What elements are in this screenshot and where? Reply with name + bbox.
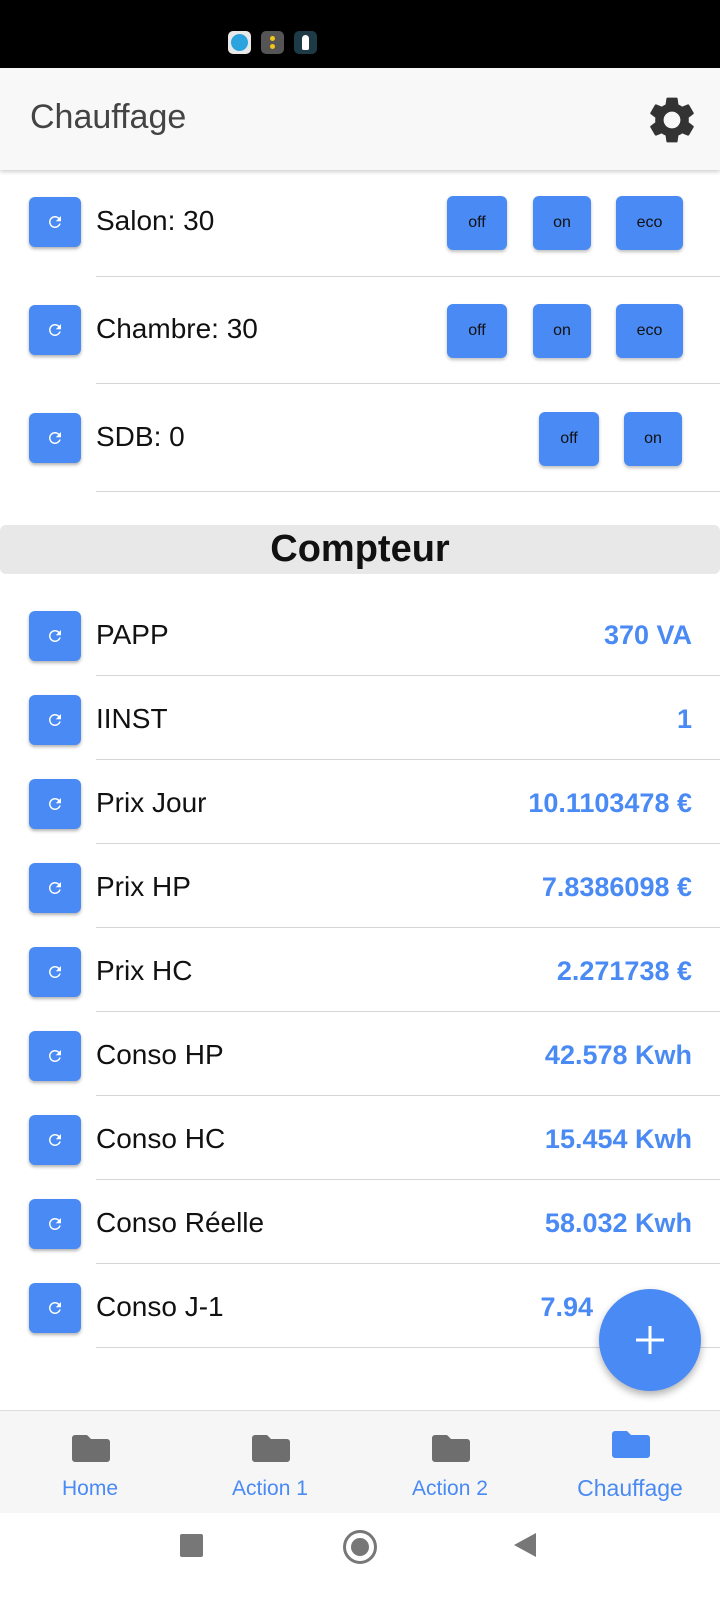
page-title: Chauffage — [30, 98, 187, 136]
heater-label: Chambre: 30 — [96, 313, 258, 344]
refresh-button[interactable] — [29, 197, 81, 247]
refresh-icon — [48, 432, 61, 444]
nav-label: Action 1 — [232, 1477, 308, 1500]
refresh-button[interactable] — [29, 1199, 81, 1249]
meter-value: 1 — [676, 704, 692, 734]
refresh-icon — [48, 798, 61, 810]
refresh-icon — [48, 1134, 61, 1146]
list-item: Conso Réelle 58.032 Kwh — [0, 1180, 720, 1264]
heater-label: Salon: 30 — [96, 205, 215, 236]
list-item: Conso HC 15.454 Kwh — [0, 1096, 720, 1180]
list-item: IINST 1 — [0, 676, 720, 760]
nav-label: Chauffage — [577, 1475, 683, 1501]
refresh-icon — [48, 215, 61, 228]
refresh-button[interactable] — [29, 611, 81, 661]
meter-label: Prix Jour — [96, 787, 207, 818]
system-nav-bar — [0, 1513, 720, 1600]
folder-icon — [612, 1431, 650, 1458]
heater-row-chambre: Chambre: 30 off on eco — [0, 277, 720, 384]
meter-label: Conso J-1 — [96, 1291, 224, 1322]
refresh-icon — [48, 1050, 61, 1062]
meter-label: PAPP — [96, 619, 169, 650]
add-fab-button[interactable] — [599, 1289, 701, 1391]
status-bar — [0, 0, 720, 68]
recents-icon[interactable] — [180, 1534, 203, 1557]
refresh-button[interactable] — [29, 1115, 81, 1165]
mode-off-button[interactable]: off — [447, 196, 507, 250]
nav-item-home[interactable]: Home — [0, 1411, 180, 1514]
meter-value: 7.8386098 € — [541, 872, 692, 902]
meter-label: Prix HC — [96, 955, 193, 986]
settings-gear-icon[interactable] — [644, 92, 700, 148]
mode-off-button[interactable]: off — [539, 412, 599, 466]
row-divider — [96, 491, 720, 492]
refresh-button[interactable] — [29, 305, 81, 355]
refresh-icon — [48, 630, 61, 642]
meter-value: 10.1103478 € — [528, 788, 692, 818]
folder-icon — [72, 1435, 110, 1462]
plus-icon — [636, 1326, 664, 1354]
nav-item-action-1[interactable]: Action 1 — [180, 1411, 360, 1514]
refresh-icon — [48, 882, 61, 894]
list-item: Prix HP 7.8386098 € — [0, 844, 720, 928]
telegram-notification-icon — [228, 31, 251, 54]
meter-label: IINST — [96, 703, 168, 734]
refresh-icon — [48, 966, 61, 978]
nav-item-chauffage[interactable]: Chauffage — [540, 1411, 720, 1514]
mode-off-button[interactable]: off — [447, 304, 507, 358]
refresh-button[interactable] — [29, 1283, 81, 1333]
section-header-compteur: Compteur — [0, 525, 720, 574]
refresh-icon — [48, 1302, 61, 1314]
mode-eco-button[interactable]: eco — [616, 304, 683, 358]
mode-on-button[interactable]: on — [624, 412, 682, 466]
heater-row-sdb: SDB: 0 off on — [0, 384, 720, 492]
app-notification-icon — [261, 31, 284, 54]
keyhole-notification-icon — [294, 31, 317, 54]
nav-label: Action 2 — [412, 1477, 488, 1500]
refresh-button[interactable] — [29, 863, 81, 913]
meter-value: 370 VA — [603, 620, 692, 650]
nav-label: Home — [61, 1477, 119, 1500]
refresh-button[interactable] — [29, 779, 81, 829]
refresh-button[interactable] — [29, 413, 81, 463]
refresh-icon — [48, 714, 61, 726]
meter-value: 42.578 Kwh — [544, 1040, 692, 1070]
meter-label: Conso HP — [96, 1039, 224, 1070]
meter-label: Prix HP — [96, 871, 191, 902]
refresh-button[interactable] — [29, 947, 81, 997]
back-icon[interactable] — [514, 1533, 536, 1557]
nav-item-action-2[interactable]: Action 2 — [360, 1411, 540, 1514]
refresh-button[interactable] — [29, 1031, 81, 1081]
bottom-nav: Home Action 1 Action 2 Chauffage — [0, 1410, 720, 1513]
meter-value: 15.454 Kwh — [544, 1124, 692, 1154]
list-item: Prix HC 2.271738 € — [0, 928, 720, 1012]
list-item: Prix Jour 10.1103478 € — [0, 760, 720, 844]
folder-icon — [252, 1435, 290, 1462]
heater-row-salon: Salon: 30 off on eco — [0, 170, 720, 277]
meter-label: Conso Réelle — [96, 1207, 265, 1238]
meter-value: 58.032 Kwh — [544, 1208, 692, 1238]
app-bar: Chauffage — [0, 68, 720, 170]
refresh-icon — [48, 324, 61, 336]
meter-label: Conso HC — [96, 1123, 226, 1154]
mode-on-button[interactable]: on — [533, 304, 591, 358]
heater-label: SDB: 0 — [96, 421, 185, 452]
list-item: Conso HP 42.578 Kwh — [0, 1012, 720, 1096]
refresh-icon — [48, 1218, 61, 1230]
folder-icon — [432, 1435, 470, 1462]
list-item: PAPP 370 VA — [0, 592, 720, 676]
meter-value: 2.271738 € — [556, 956, 692, 986]
home-icon[interactable] — [343, 1530, 377, 1564]
meter-value: 7.94 — [540, 1292, 593, 1322]
mode-on-button[interactable]: on — [533, 196, 591, 250]
refresh-button[interactable] — [29, 695, 81, 745]
mode-eco-button[interactable]: eco — [616, 196, 683, 250]
